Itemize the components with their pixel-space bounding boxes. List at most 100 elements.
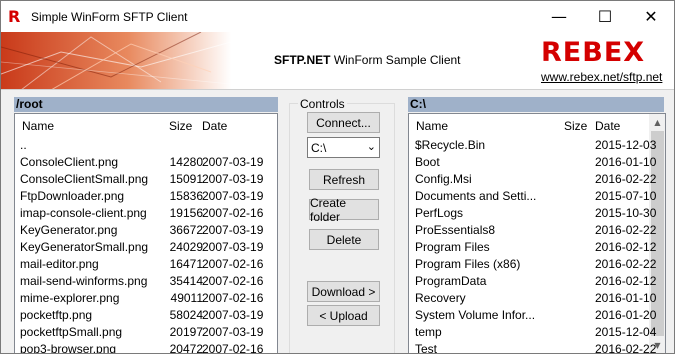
- local-file-row[interactable]: Documents and Setti... 2015-07-10: [409, 187, 665, 204]
- local-file-row[interactable]: ProgramData 2016-02-12: [409, 272, 665, 289]
- remote-row-name: pocketftp.png: [20, 308, 93, 322]
- remote-col-date[interactable]: Date: [202, 119, 227, 133]
- local-file-row[interactable]: temp 2015-12-04: [409, 323, 665, 340]
- refresh-button[interactable]: Refresh: [309, 169, 379, 190]
- app-window: R Simple WinForm SFTP Client — ☐ ✕ SFTP.…: [0, 0, 675, 354]
- remote-row-date: 2007-03-19: [202, 223, 264, 237]
- local-row-date: 2016-02-22: [595, 223, 657, 237]
- remote-row-size: 36672: [169, 223, 203, 237]
- remote-row-name: pocketftpSmall.png: [20, 325, 123, 339]
- remote-file-row[interactable]: mime-explorer.png 49011 2007-02-16: [15, 289, 277, 306]
- local-row-name: Recovery: [415, 291, 466, 305]
- remote-row-name: mail-send-winforms.png: [20, 274, 148, 288]
- remote-file-row[interactable]: imap-console-client.png 19156 2007-02-16: [15, 204, 277, 221]
- delete-button[interactable]: Delete: [309, 229, 379, 250]
- remote-row-name: imap-console-client.png: [20, 206, 147, 220]
- remote-row-name: KeyGenerator.png: [20, 223, 118, 237]
- remote-col-name[interactable]: Name: [22, 119, 54, 133]
- download-button[interactable]: Download >: [307, 281, 380, 302]
- remote-row-name: ConsoleClient.png: [20, 155, 119, 169]
- local-row-date: 2015-12-04: [595, 325, 657, 339]
- remote-file-row[interactable]: ConsoleClientSmall.png 15091 2007-03-19: [15, 170, 277, 187]
- drive-select[interactable]: C:\ ⌄: [307, 137, 380, 158]
- local-file-row[interactable]: ProEssentials8 2016-02-22: [409, 221, 665, 238]
- banner-subtitle: WinForm Sample Client: [333, 53, 461, 67]
- close-button[interactable]: ✕: [628, 1, 674, 32]
- remote-file-row[interactable]: mail-editor.png 16471 2007-02-16: [15, 255, 277, 272]
- local-row-name: PerfLogs: [415, 206, 464, 220]
- local-row-name: $Recycle.Bin: [415, 138, 486, 152]
- remote-row-name: ConsoleClientSmall.png: [20, 172, 149, 186]
- local-row-date: 2016-01-10: [595, 291, 657, 305]
- rebex-link[interactable]: www.rebex.net/sftp.net: [541, 70, 662, 84]
- remote-file-row[interactable]: FtpDownloader.png 15836 2007-03-19: [15, 187, 277, 204]
- remote-file-row[interactable]: ConsoleClient.png 14280 2007-03-19: [15, 153, 277, 170]
- local-row-date: 2016-02-12: [595, 240, 657, 254]
- remote-row-name: FtpDownloader.png: [20, 189, 125, 203]
- remote-file-row[interactable]: KeyGenerator.png 36672 2007-03-19: [15, 221, 277, 238]
- remote-file-row[interactable]: mail-send-winforms.png 35414 2007-02-16: [15, 272, 277, 289]
- remote-row-size: 24029: [169, 240, 203, 254]
- local-row-name: Boot: [415, 155, 440, 169]
- create-folder-button[interactable]: Create folder: [309, 196, 379, 224]
- local-row-date: 2015-10-30: [595, 206, 657, 220]
- local-row-name: ProgramData: [415, 274, 487, 288]
- remote-row-name: mime-explorer.png: [20, 291, 120, 305]
- remote-row-date: 2007-03-19: [202, 155, 264, 169]
- local-file-row[interactable]: System Volume Infor... 2016-01-20: [409, 306, 665, 323]
- local-row-date: 2016-02-12: [595, 274, 657, 288]
- remote-col-size[interactable]: Size: [169, 119, 192, 133]
- remote-row-size: 35414: [169, 274, 203, 288]
- local-row-name: ProEssentials8: [415, 223, 496, 237]
- local-row-name: temp: [415, 325, 442, 339]
- remote-file-row[interactable]: pop3-browser.png 20472 2007-02-16: [15, 340, 277, 354]
- local-row-date: 2016-02-22: [595, 342, 657, 354]
- local-path-header: C:\: [408, 97, 664, 112]
- remote-path-header: /root: [14, 97, 278, 112]
- remote-row-date: 2007-02-16: [202, 342, 264, 354]
- maximize-button[interactable]: ☐: [582, 1, 628, 32]
- local-col-size[interactable]: Size: [564, 119, 587, 133]
- header-banner: SFTP.NET WinForm Sample Client REBEX www…: [1, 32, 674, 90]
- local-file-row[interactable]: Program Files 2016-02-12: [409, 238, 665, 255]
- local-file-list[interactable]: Name Size Date ▲ ▼ $Recycle.Bin 2015-12-0…: [408, 113, 666, 354]
- remote-row-date: 2007-03-19: [202, 240, 264, 254]
- remote-file-list[interactable]: Name Size Date .. ConsoleClient.png 14280 2…: [14, 113, 278, 354]
- remote-row-date: 2007-03-19: [202, 189, 264, 203]
- local-row-date: 2016-02-22: [595, 257, 657, 271]
- remote-row-size: 15091: [169, 172, 203, 186]
- remote-row-date: 2007-03-19: [202, 325, 264, 339]
- local-col-date[interactable]: Date: [595, 119, 620, 133]
- local-file-row[interactable]: $Recycle.Bin 2015-12-03: [409, 136, 665, 153]
- banner-artwork: [1, 32, 231, 89]
- local-file-row[interactable]: PerfLogs 2015-10-30: [409, 204, 665, 221]
- remote-row-size: 20197: [169, 325, 203, 339]
- remote-file-row[interactable]: pocketftpSmall.png 20197 2007-03-19: [15, 323, 277, 340]
- local-row-name: Program Files (x86): [415, 257, 521, 271]
- local-file-row[interactable]: Test 2016-02-22: [409, 340, 665, 354]
- banner-title: SFTP.NET WinForm Sample Client: [274, 53, 461, 67]
- remote-file-row[interactable]: KeyGeneratorSmall.png 24029 2007-03-19: [15, 238, 277, 255]
- local-file-row[interactable]: Config.Msi 2016-02-22: [409, 170, 665, 187]
- local-file-row[interactable]: Program Files (x86) 2016-02-22: [409, 255, 665, 272]
- connect-button[interactable]: Connect...: [307, 112, 380, 133]
- local-file-row[interactable]: Boot 2016-01-10: [409, 153, 665, 170]
- upload-button[interactable]: < Upload: [307, 305, 380, 326]
- rebex-logo: REBEX: [541, 37, 646, 68]
- controls-label: Controls: [298, 97, 347, 111]
- local-row-date: 2016-02-22: [595, 172, 657, 186]
- remote-file-row[interactable]: pocketftp.png 58024 2007-03-19: [15, 306, 277, 323]
- scroll-up-arrow-icon[interactable]: ▲: [649, 114, 665, 131]
- local-file-row[interactable]: Recovery 2016-01-10: [409, 289, 665, 306]
- remote-file-row[interactable]: ..: [15, 136, 277, 153]
- local-row-name: Program Files: [415, 240, 490, 254]
- remote-row-size: 19156: [169, 206, 203, 220]
- remote-row-date: 2007-02-16: [202, 257, 264, 271]
- minimize-button[interactable]: —: [536, 1, 582, 32]
- remote-row-size: 49011: [170, 291, 203, 305]
- remote-row-name: ..: [20, 138, 27, 152]
- remote-row-size: 15836: [169, 189, 203, 203]
- local-col-name[interactable]: Name: [416, 119, 448, 133]
- title-bar[interactable]: R Simple WinForm SFTP Client — ☐ ✕: [1, 1, 674, 32]
- remote-row-date: 2007-03-19: [202, 172, 264, 186]
